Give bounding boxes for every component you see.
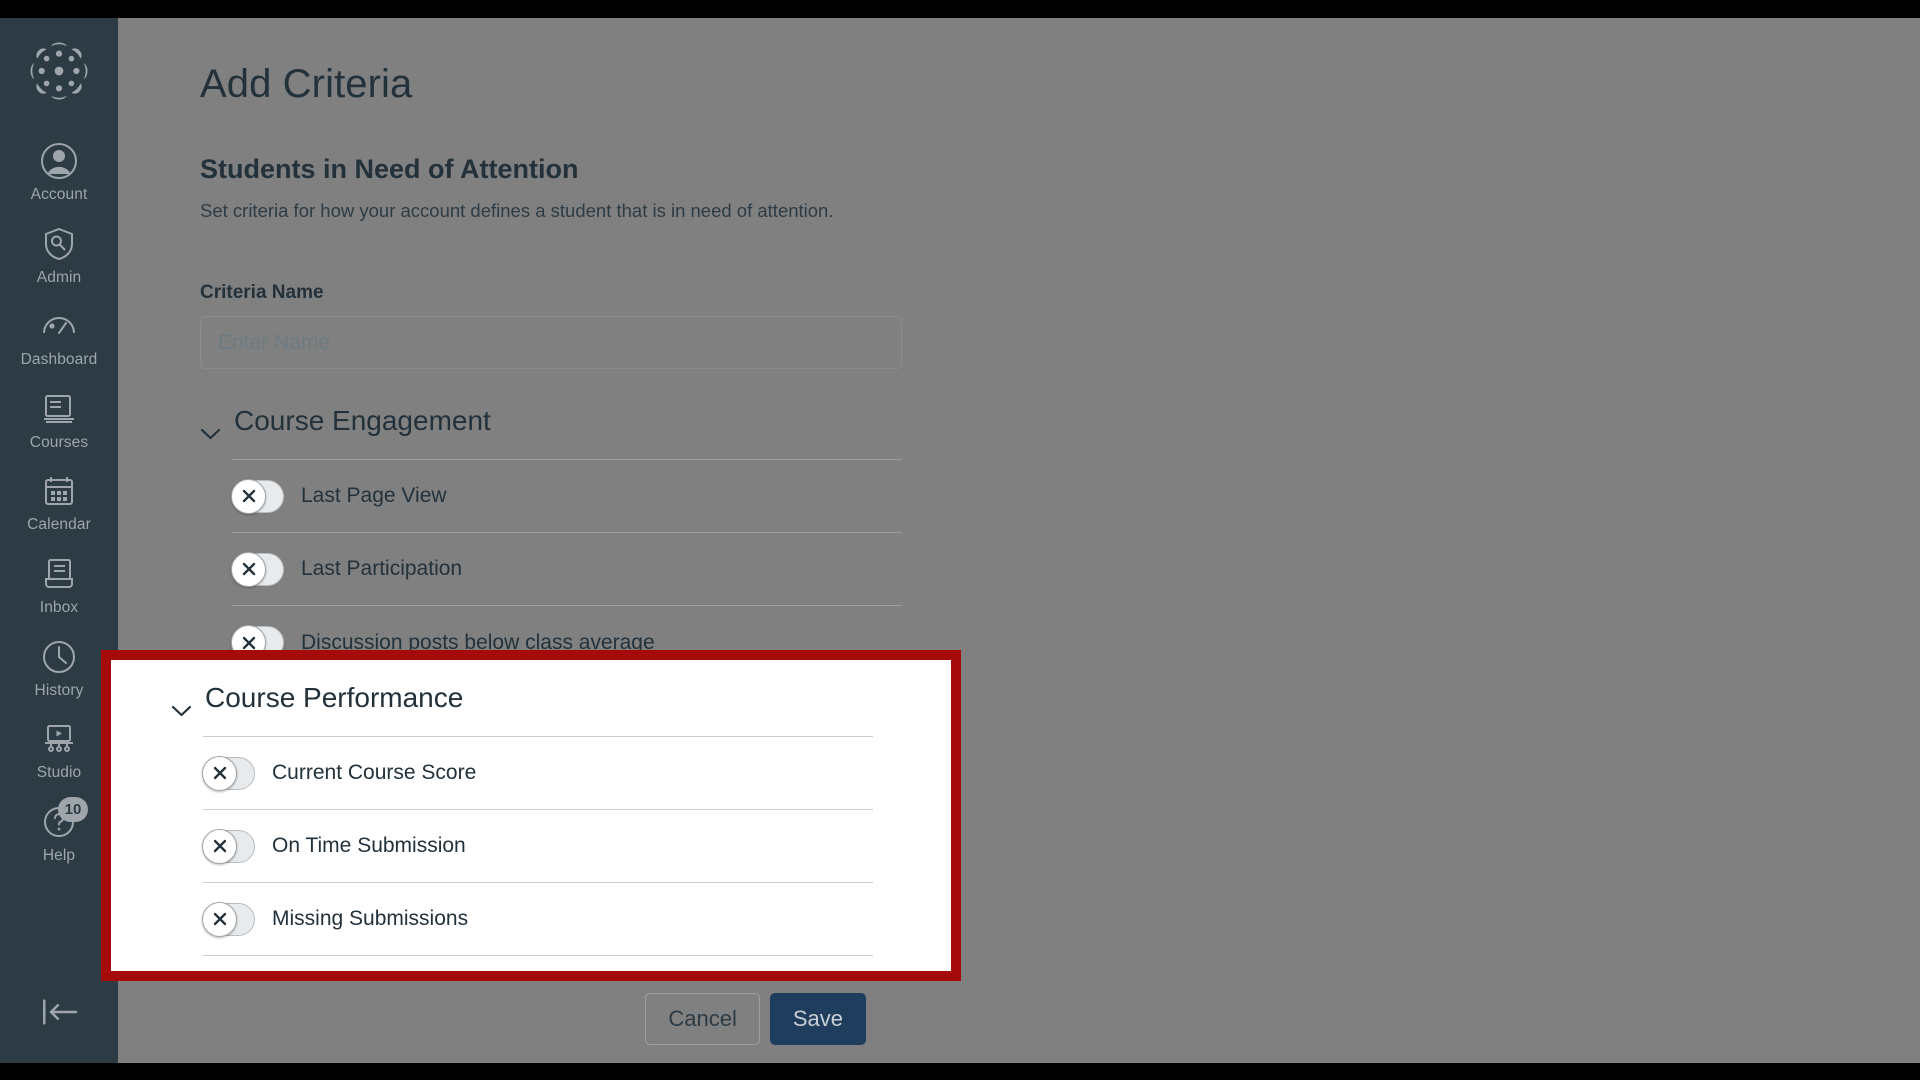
criteria-row-label: Current Course Score <box>272 761 477 784</box>
criteria-row: Missing Submissions <box>202 883 873 956</box>
sidebar-item-label: Dashboard <box>20 351 98 369</box>
form-actions: Cancel Save <box>82 993 866 1045</box>
x-icon <box>242 636 255 649</box>
group-course-engagement-rows: Last Page View Last Participation Discus… <box>231 459 902 679</box>
criteria-row-label: Missing Submissions <box>272 907 469 930</box>
shield-wrench-icon <box>39 224 79 264</box>
group-title: Course Engagement <box>234 405 491 436</box>
canvas-app-window: Account Admin Dashboard Courses Calendar… <box>0 18 1920 1063</box>
criteria-row: Last Participation <box>231 533 902 606</box>
chevron-down-icon <box>171 692 192 716</box>
canvas-logo-icon[interactable] <box>28 40 90 102</box>
toggle-missing-submissions[interactable] <box>202 901 255 937</box>
group-course-engagement-header[interactable]: Course Engagement <box>200 405 902 439</box>
clock-icon <box>39 637 79 677</box>
group-course-performance-rows: Current Course Score On Time Submission <box>202 736 873 956</box>
help-notification-badge: 10 <box>58 796 88 822</box>
section-heading: Students in Need of Attention <box>200 154 579 184</box>
book-icon <box>39 389 79 429</box>
toggle-on-time-submission[interactable] <box>202 828 255 864</box>
chevron-down-icon <box>200 415 221 439</box>
group-course-performance: Course Performance Current Course Score <box>171 682 873 956</box>
criteria-name-input[interactable] <box>200 316 902 369</box>
sidebar-item-calendar[interactable]: Calendar <box>0 462 118 545</box>
page-title: Add Criteria <box>200 62 413 106</box>
toggle-knob <box>202 901 237 937</box>
user-circle-icon <box>39 141 79 181</box>
toggle-knob <box>231 551 266 587</box>
cancel-button[interactable]: Cancel <box>645 993 760 1045</box>
save-button[interactable]: Save <box>769 993 866 1045</box>
toggle-last-page-view[interactable] <box>231 478 284 514</box>
sidebar-item-dashboard[interactable]: Dashboard <box>0 297 118 380</box>
x-icon <box>242 562 255 576</box>
group-title: Course Performance <box>205 682 464 713</box>
criteria-row-label: On Time Submission <box>272 834 466 857</box>
group-course-performance-header[interactable]: Course Performance <box>171 682 873 716</box>
inbox-tray-icon <box>39 554 79 594</box>
sidebar-item-courses[interactable]: Courses <box>0 380 118 463</box>
toggle-last-participation[interactable] <box>231 551 284 587</box>
criteria-row: On Time Submission <box>202 810 873 883</box>
sidebar-item-label: Courses <box>29 433 89 451</box>
sidebar-item-label: Calendar <box>27 516 91 534</box>
toggle-knob <box>202 755 237 791</box>
criteria-row: Last Page View <box>231 460 902 533</box>
sidebar-item-label: Inbox <box>39 598 79 616</box>
section-description: Set criteria for how your account define… <box>200 200 834 221</box>
toggle-current-course-score[interactable] <box>202 755 255 791</box>
highlight-callout-course-performance: Course Performance Current Course Score <box>101 650 961 981</box>
studio-screen-icon <box>39 719 79 759</box>
sidebar-item-label: Studio <box>36 764 82 782</box>
criteria-row-label: Last Page View <box>301 484 447 507</box>
gauge-icon <box>39 306 79 346</box>
group-course-engagement: Course Engagement Last Page View Last Pa… <box>200 405 902 679</box>
x-icon <box>213 912 226 926</box>
collapse-left-icon[interactable] <box>36 995 82 1029</box>
calendar-icon <box>39 471 79 511</box>
toggle-knob <box>231 478 266 514</box>
sidebar-item-label: Account <box>30 186 88 203</box>
sidebar-item-label: History <box>34 681 84 699</box>
sidebar-item-label: Help <box>42 846 76 864</box>
sidebar-item-inbox[interactable]: Inbox <box>0 545 118 628</box>
criteria-row-label: Last Participation <box>301 557 463 580</box>
toggle-knob <box>202 828 237 864</box>
x-icon <box>213 766 226 780</box>
sidebar-item-label: Admin <box>36 268 82 286</box>
x-icon <box>242 489 255 503</box>
criteria-name-label: Criteria Name <box>200 282 324 303</box>
criteria-row: Current Course Score <box>202 737 873 810</box>
sidebar-item-admin[interactable]: Admin <box>0 215 118 298</box>
sidebar-item-account[interactable]: Account <box>0 132 118 215</box>
x-icon <box>213 839 226 853</box>
